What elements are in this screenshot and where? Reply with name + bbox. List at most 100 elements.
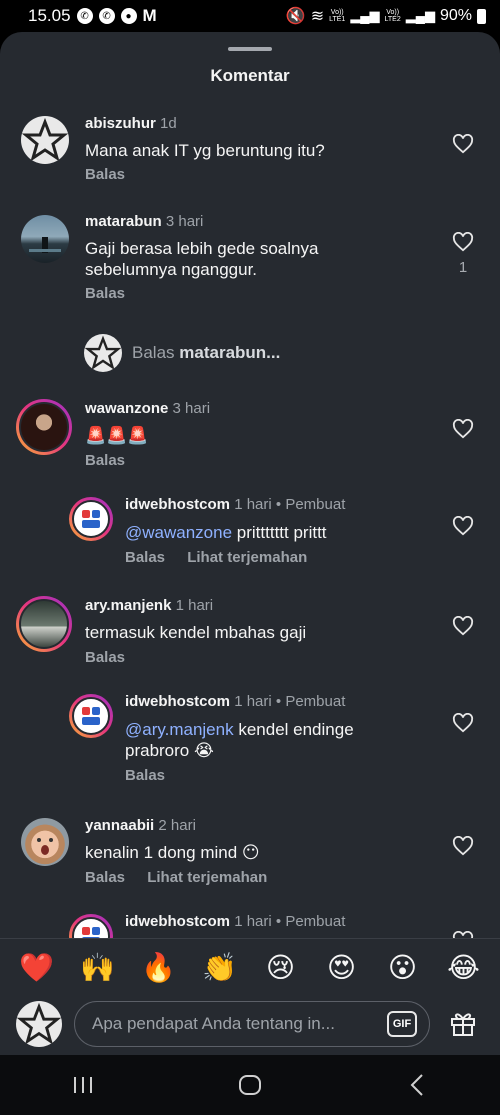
like-button[interactable] xyxy=(450,133,476,159)
emoji-heart[interactable]: ❤️ xyxy=(16,948,58,988)
quick-reaction-bar: ❤️ 🙌 🔥 👏 😢 😍 😮 😂 xyxy=(0,938,500,996)
comment-username[interactable]: matarabun xyxy=(85,213,162,230)
gift-icon[interactable] xyxy=(448,1008,478,1043)
mute-icon: 🔇 xyxy=(285,8,306,25)
comment-text: 🚨🚨🚨 xyxy=(85,426,149,445)
signal-icon: ▂▄▆ xyxy=(405,8,435,23)
reply-button[interactable]: Balas xyxy=(85,285,125,302)
translate-button[interactable]: Lihat terjemahan xyxy=(147,869,267,886)
heart-icon xyxy=(452,418,474,439)
like-button[interactable] xyxy=(450,835,476,861)
emoji-clap[interactable]: 👏 xyxy=(199,948,241,988)
mention-link[interactable]: @ary.manjenk xyxy=(125,720,234,739)
like-button[interactable] xyxy=(450,712,476,738)
heart-icon xyxy=(452,615,474,636)
sheet-title: Komentar xyxy=(210,66,290,85)
whatsapp-icon: ✆ xyxy=(76,8,93,24)
comment-time: 2 hari xyxy=(158,817,196,834)
drag-handle[interactable] xyxy=(228,47,272,51)
lte2-label: Vo)) LTE2 xyxy=(384,9,401,23)
heart-icon xyxy=(452,231,474,252)
like-button[interactable] xyxy=(450,418,476,444)
comment-list[interactable]: abiszuhur 1d Mana anak IT yg beruntung i… xyxy=(0,112,500,938)
creator-badge: Pembuat xyxy=(285,913,346,930)
comment-text: prittttttt prittt xyxy=(236,523,327,542)
status-bar: 15.05 ✆ ✆ ● M 🔇 ≋ Vo)) LTE1 ▂▄▆ Vo)) LTE2 … xyxy=(0,0,500,32)
reply-prompt-target: matarabun... xyxy=(179,343,281,362)
comment-time: 1 hari xyxy=(175,597,214,614)
landscape-avatar-icon[interactable] xyxy=(21,215,69,263)
comment-composer: Apa pendapat Anda tentang in... GIF xyxy=(0,996,500,1055)
heart-icon xyxy=(452,712,474,733)
comment-username[interactable]: abiszuhur xyxy=(85,115,156,132)
reply-button[interactable]: Balas xyxy=(125,767,165,784)
comments-sheet: Komentar abiszuhur 1d Mana anak IT yg be… xyxy=(0,32,500,1055)
emoji-heart-eyes[interactable]: 😍 xyxy=(321,948,363,988)
heart-icon xyxy=(452,930,474,938)
back-icon[interactable] xyxy=(387,1065,447,1105)
reply-button[interactable]: Balas xyxy=(85,869,125,886)
view-replies-prompt[interactable]: Balas matarabun... xyxy=(84,334,280,372)
like-button[interactable]: 1 xyxy=(450,231,476,276)
reply-button[interactable]: Balas xyxy=(85,166,125,183)
home-icon[interactable] xyxy=(220,1065,280,1105)
person-avatar-icon[interactable] xyxy=(16,596,72,652)
gmail-icon: M xyxy=(142,6,157,25)
comment-time: 3 hari xyxy=(172,400,211,417)
star-avatar-icon[interactable] xyxy=(21,116,69,164)
idwebhost-logo-icon[interactable] xyxy=(69,914,113,938)
system-nav-bar xyxy=(0,1055,500,1115)
reply-button[interactable]: Balas xyxy=(85,649,125,666)
reply-button[interactable]: Balas xyxy=(125,549,165,566)
emoji-fire[interactable]: 🔥 xyxy=(138,948,180,988)
heart-icon xyxy=(452,515,474,536)
whatsapp-icon: ✆ xyxy=(98,8,115,24)
emoji-laughing[interactable]: 😂 xyxy=(443,948,485,988)
comment-time: 1 hari xyxy=(234,496,272,513)
idwebhost-logo-icon[interactable] xyxy=(69,694,113,738)
translate-button[interactable]: Lihat terjemahan xyxy=(187,549,307,566)
comment-text: termasuk kendel mbahas gaji xyxy=(85,623,307,642)
reply-button[interactable]: Balas xyxy=(85,452,125,469)
status-time: 15.05 xyxy=(28,6,71,25)
reply-prompt-label: Balas xyxy=(132,343,175,362)
battery-level: 90% xyxy=(439,7,472,24)
comment-username[interactable]: wawanzone xyxy=(85,400,168,417)
emoji-raised-hands[interactable]: 🙌 xyxy=(77,948,119,988)
like-button[interactable] xyxy=(450,930,476,938)
comment-text: kenalin 1 dong mind 😶 xyxy=(85,843,260,862)
star-avatar-icon[interactable] xyxy=(16,1001,62,1047)
person-avatar-icon[interactable] xyxy=(16,399,72,455)
emoji-surprised[interactable]: 😮 xyxy=(382,948,424,988)
comment-username[interactable]: idwebhostcom xyxy=(125,496,230,513)
comment-username[interactable]: ary.manjenk xyxy=(85,597,171,614)
heart-icon xyxy=(452,133,474,154)
comment-text: Mana anak IT yg beruntung itu? xyxy=(85,141,325,160)
creator-badge: Pembuat xyxy=(285,496,346,513)
like-count: 1 xyxy=(458,259,468,276)
star-avatar-icon xyxy=(84,334,122,372)
gif-button[interactable]: GIF xyxy=(387,1011,417,1037)
mention-link[interactable]: @wawanzone xyxy=(125,523,232,542)
comment-input[interactable]: Apa pendapat Anda tentang in... GIF xyxy=(74,1001,430,1047)
comment-username[interactable]: yannaabii xyxy=(85,817,154,834)
comment-time: 1 hari xyxy=(234,913,272,930)
emoji-sad[interactable]: 😢 xyxy=(260,948,302,988)
lte1-label: Vo)) LTE1 xyxy=(329,9,346,23)
comment-username[interactable]: idwebhostcom xyxy=(125,693,230,710)
like-button[interactable] xyxy=(450,615,476,641)
comment-time: 3 hari xyxy=(165,213,204,230)
comment-input-placeholder: Apa pendapat Anda tentang in... xyxy=(92,1014,335,1033)
idwebhost-logo-icon[interactable] xyxy=(69,497,113,541)
like-button[interactable] xyxy=(450,515,476,541)
comment-time: 1d xyxy=(160,115,177,132)
comment-text: Gaji berasa lebih gede soalnya sebelumny… xyxy=(85,239,319,279)
child-avatar-icon[interactable] xyxy=(21,818,69,866)
battery-icon xyxy=(477,8,486,24)
heart-icon xyxy=(452,835,474,856)
comment-time: 1 hari xyxy=(234,693,272,710)
signal-icon: ▂▄▆ xyxy=(350,8,380,23)
comment-username[interactable]: idwebhostcom xyxy=(125,913,230,930)
wifi-icon: ≋ xyxy=(310,8,325,25)
recents-icon[interactable] xyxy=(53,1065,113,1105)
